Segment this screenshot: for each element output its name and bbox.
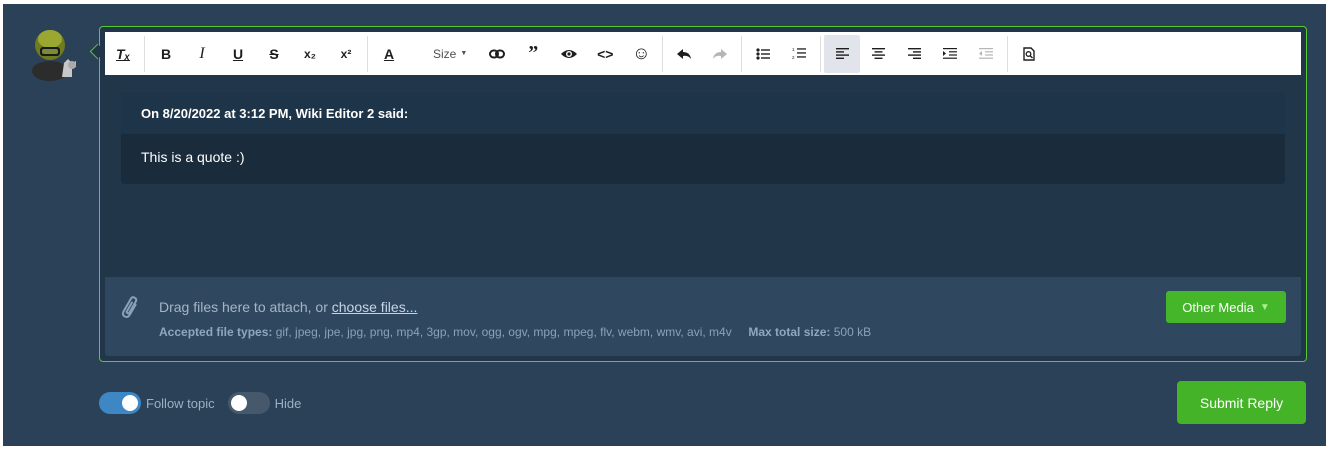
choose-files-link[interactable]: choose files... bbox=[332, 299, 418, 315]
reply-options: Follow topic Hide bbox=[99, 392, 314, 414]
toolbar-divider bbox=[144, 35, 145, 72]
outdent-icon[interactable] bbox=[968, 35, 1004, 73]
superscript-icon[interactable]: x² bbox=[328, 35, 364, 73]
accepted-types-label: Accepted file types: bbox=[159, 325, 273, 339]
bold-icon[interactable]: B bbox=[148, 35, 184, 73]
quote-icon[interactable]: ” bbox=[515, 35, 551, 73]
strikethrough-icon[interactable]: S bbox=[256, 35, 292, 73]
font-size-dropdown[interactable]: Size ▼ bbox=[407, 35, 479, 73]
svg-text:2: 2 bbox=[792, 55, 795, 60]
redo-icon[interactable] bbox=[702, 35, 738, 73]
spoiler-eye-icon[interactable] bbox=[551, 35, 587, 73]
toolbar-divider bbox=[820, 35, 822, 72]
toggle-knob bbox=[230, 395, 247, 411]
underline-icon[interactable]: U bbox=[220, 35, 256, 73]
text-color-icon[interactable]: A bbox=[371, 35, 407, 73]
caret-down-icon: ▼ bbox=[460, 50, 468, 57]
italic-icon[interactable]: I bbox=[184, 35, 220, 73]
code-icon[interactable]: <> bbox=[587, 35, 623, 73]
indent-icon[interactable] bbox=[932, 35, 968, 73]
user-avatar[interactable] bbox=[28, 25, 80, 83]
toggle-knob bbox=[122, 395, 138, 411]
editor-toolbar: Tₓ B I U S x₂ x² A Size ▼ ” <> ☺ 1 2 bbox=[105, 32, 1301, 75]
subscript-icon[interactable]: x₂ bbox=[292, 35, 328, 73]
max-size-label: Max total size: bbox=[748, 325, 831, 339]
quote-content: This is a quote :) bbox=[141, 149, 245, 165]
max-size-value: 500 kB bbox=[833, 325, 872, 339]
accepted-types-value: gif, jpeg, jpe, jpg, png, mp4, 3gp, mov,… bbox=[275, 325, 732, 339]
emoji-icon[interactable]: ☺ bbox=[623, 35, 659, 73]
svg-text:1: 1 bbox=[792, 47, 795, 52]
follow-topic-toggle[interactable] bbox=[99, 392, 141, 414]
drag-files-text: Drag files here to attach, or bbox=[159, 299, 332, 315]
other-media-label: Other Media bbox=[1182, 299, 1254, 315]
toolbar-divider bbox=[367, 35, 368, 72]
preview-icon[interactable] bbox=[1011, 35, 1047, 73]
attach-instructions: Drag files here to attach, or choose fil… bbox=[159, 299, 417, 315]
toolbar-divider bbox=[741, 35, 743, 72]
align-right-icon[interactable] bbox=[896, 35, 932, 73]
editor-text-area[interactable]: On 8/20/2022 at 3:12 PM, Wiki Editor 2 s… bbox=[105, 75, 1301, 275]
quote-block: On 8/20/2022 at 3:12 PM, Wiki Editor 2 s… bbox=[121, 92, 1285, 184]
hide-label: Hide bbox=[274, 395, 302, 411]
chevron-down-icon: ▼ bbox=[1259, 301, 1270, 313]
numbered-list-icon[interactable]: 12 bbox=[781, 35, 817, 73]
align-center-icon[interactable] bbox=[860, 35, 896, 73]
link-icon[interactable] bbox=[479, 35, 515, 73]
bullet-list-icon[interactable] bbox=[745, 35, 781, 73]
follow-topic-label: Follow topic bbox=[146, 395, 215, 411]
undo-icon[interactable] bbox=[666, 35, 702, 73]
paperclip-icon bbox=[119, 293, 143, 326]
clear-format-icon[interactable]: Tₓ bbox=[105, 35, 141, 73]
other-media-button[interactable]: Other Media ▼ bbox=[1166, 291, 1286, 323]
hide-toggle[interactable] bbox=[227, 392, 270, 414]
reply-editor: Tₓ B I U S x₂ x² A Size ▼ ” <> ☺ 1 2 On … bbox=[99, 26, 1307, 362]
attachment-area[interactable]: Drag files here to attach, or choose fil… bbox=[105, 277, 1301, 356]
font-size-label: Size bbox=[433, 46, 457, 61]
toolbar-divider bbox=[662, 35, 664, 72]
submit-reply-button[interactable]: Submit Reply bbox=[1177, 381, 1306, 424]
attach-limits: Accepted file types: gif, jpeg, jpe, jpg… bbox=[159, 325, 871, 339]
align-left-icon[interactable] bbox=[824, 34, 861, 73]
toolbar-divider bbox=[1007, 35, 1009, 72]
quote-citation: On 8/20/2022 at 3:12 PM, Wiki Editor 2 s… bbox=[121, 92, 1285, 134]
